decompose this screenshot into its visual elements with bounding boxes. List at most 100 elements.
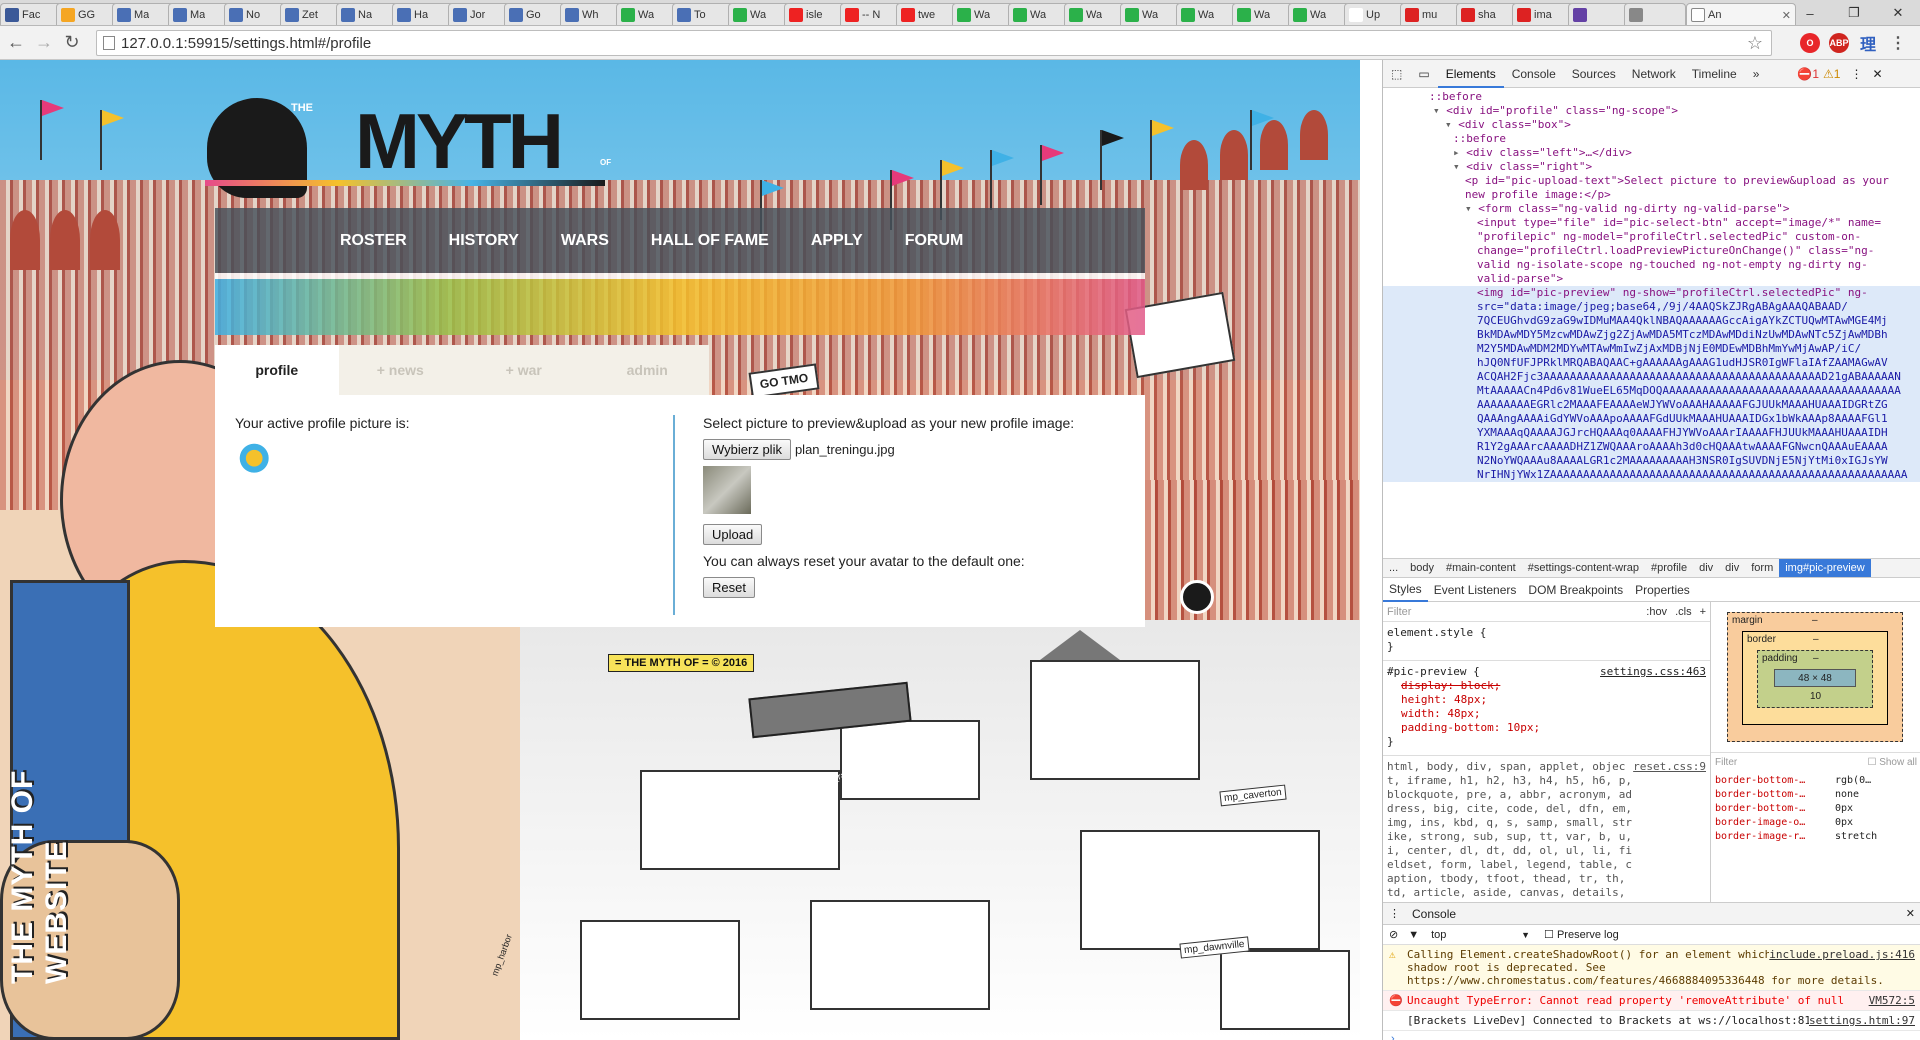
breadcrumb-item[interactable]: ... [1383, 562, 1404, 574]
reset-rule-selector[interactable]: html, body, div, span, applet, object, i… [1387, 760, 1706, 902]
dom-node-line[interactable]: ▸ <div class="left">…</div> [1383, 146, 1920, 160]
dom-node-line[interactable]: MtAAAAACn4Pd6v81WueEL65MqDOQAAAAAAAAAAAA… [1383, 384, 1920, 398]
expand-toggle-icon[interactable]: ▾ [1465, 202, 1478, 215]
browser-tab[interactable]: Ha [392, 3, 454, 25]
dom-node-line[interactable]: M2Y5MDAwMDM2MDYwMTAwMmIwZjAxMDBjNjE0MDEw… [1383, 342, 1920, 356]
computed-property[interactable]: border-image-o… 0px [1711, 816, 1920, 830]
active-browser-tab[interactable]: An ✕ [1686, 3, 1796, 25]
browser-tab[interactable]: Jor [448, 3, 510, 25]
new-rule-icon[interactable]: + [1700, 605, 1706, 619]
browser-tab[interactable]: Wa [728, 3, 790, 25]
preserve-log-checkbox[interactable]: ☐ Preserve log [1544, 928, 1619, 941]
choose-file-button[interactable]: Wybierz plik [703, 439, 791, 460]
rule-source[interactable]: settings.css:463 [1600, 665, 1706, 679]
browser-tab[interactable]: Wa [952, 3, 1014, 25]
browser-tab[interactable]: Wh [560, 3, 622, 25]
reload-icon[interactable]: ↻ [58, 29, 86, 57]
dom-node-line[interactable]: YXMAAAqQAAAAJGJrcHQAAAq0AAAAFHJYWVoAAArI… [1383, 426, 1920, 440]
browser-tab[interactable]: mu [1400, 3, 1462, 25]
nav-roster[interactable]: ROSTER [340, 232, 407, 250]
nav-history[interactable]: HISTORY [449, 232, 519, 250]
log-source-link[interactable]: settings.html:97 [1809, 1014, 1915, 1027]
dom-node-line[interactable]: src="data:image/jpeg;base64,/9j/4AAQSkZJ… [1383, 300, 1920, 314]
computed-property[interactable]: border-bottom-… rgb(0… [1711, 774, 1920, 788]
breadcrumb-item[interactable]: body [1404, 562, 1440, 574]
dom-node-line[interactable]: ::before [1383, 90, 1920, 104]
styles-filter[interactable]: Filter [1387, 605, 1646, 619]
prop-height[interactable]: height: 48px; [1387, 693, 1706, 707]
browser-tab[interactable]: Wa [1120, 3, 1182, 25]
dom-node-line[interactable]: "profilepic" ng-model="profileCtrl.selec… [1383, 230, 1920, 244]
opera-icon[interactable]: O [1800, 33, 1820, 53]
browser-tab[interactable]: isle [784, 3, 846, 25]
prop-width[interactable]: width: 48px; [1387, 707, 1706, 721]
dom-node-line[interactable]: N2NoYWQAAAu8AAAALGR1c2MAAAAAAAAAH3NSR0Ig… [1383, 454, 1920, 468]
element-style-rule[interactable]: element.style { [1387, 626, 1706, 640]
dom-node-line[interactable]: hJQ0NfUFJPRklMRQABAQAAC+gAAAAAAgAAAG1udH… [1383, 356, 1920, 370]
browser-tab[interactable]: ima [1512, 3, 1574, 25]
browser-tab[interactable]: Go [504, 3, 566, 25]
context-select[interactable]: top [1431, 929, 1521, 941]
prop-display[interactable]: display: block; [1387, 679, 1706, 693]
tab-console[interactable]: Console [1504, 67, 1564, 81]
error-source-link[interactable]: VM572:5 [1868, 994, 1915, 1007]
error-count[interactable]: ⛔1 [1797, 67, 1819, 81]
expand-toggle-icon[interactable]: ▾ [1433, 104, 1446, 117]
clear-console-icon[interactable]: ⊘ [1389, 928, 1398, 941]
dom-node-line[interactable]: ▾ <div class="box"> [1383, 118, 1920, 132]
back-icon[interactable]: ← [2, 29, 30, 57]
expand-toggle-icon[interactable]: ▸ [1453, 146, 1466, 159]
site-logo[interactable]: THE MYTH OF [205, 68, 615, 198]
forward-icon[interactable]: → [30, 29, 58, 57]
browser-tab[interactable]: Wa [1176, 3, 1238, 25]
bookmark-star-icon[interactable]: ☆ [1747, 33, 1763, 54]
prop-padding-bottom[interactable]: padding-bottom: 10px; [1387, 721, 1706, 735]
computed-property[interactable]: border-bottom-… none [1711, 788, 1920, 802]
dom-node-line[interactable]: ACQAH2Fjc3AAAAAAAAAAAAAAAAAAAAAAAAAAAAAA… [1383, 370, 1920, 384]
filter-icon[interactable]: ▼ [1408, 929, 1419, 941]
browser-tab[interactable]: Wa [1064, 3, 1126, 25]
browser-tab[interactable]: No [224, 3, 286, 25]
browser-tab[interactable] [1568, 3, 1630, 25]
browser-tab[interactable]: sha [1456, 3, 1518, 25]
browser-tab[interactable]: Ma [112, 3, 174, 25]
nav-forum[interactable]: FORUM [905, 232, 964, 250]
console-prompt[interactable]: › [1383, 1031, 1920, 1040]
browser-tab[interactable]: Fac [0, 3, 62, 25]
reset-rule-source[interactable]: reset.css:9 [1633, 760, 1706, 774]
dom-node-line[interactable]: ▾ <div class="right"> [1383, 160, 1920, 174]
menu-icon[interactable]: ⋮ [1888, 33, 1908, 53]
dom-node-line[interactable]: ::before [1383, 132, 1920, 146]
dom-node-line[interactable]: <p id="pic-upload-text">Select picture t… [1383, 174, 1920, 188]
breadcrumb-item[interactable]: div [1719, 562, 1745, 574]
warning-count[interactable]: ⚠1 [1823, 67, 1840, 81]
tab-profile[interactable]: profile [215, 345, 339, 395]
dom-node-line[interactable]: <input type="file" id="pic-select-btn" a… [1383, 216, 1920, 230]
drawer-menu-icon[interactable]: ⋮ [1389, 907, 1400, 920]
tab-timeline[interactable]: Timeline [1684, 67, 1745, 81]
browser-tab[interactable]: Wa [616, 3, 678, 25]
address-bar[interactable]: 127.0.0.1:59915/settings.html#/profile ☆ [96, 30, 1772, 56]
tab-news[interactable]: + news [339, 345, 463, 395]
browser-tab[interactable]: Zet [280, 3, 342, 25]
context-dropdown-icon[interactable]: ▼ [1521, 930, 1530, 940]
devtools-close-icon[interactable]: ✕ [1872, 67, 1882, 81]
browser-tab[interactable]: Ma [168, 3, 230, 25]
show-all-checkbox[interactable]: ☐ Show all [1867, 757, 1917, 768]
dom-node-line[interactable]: 7QCEUGhvdG9zaG9wIDMuMAA4QklNBAQAAAAAAGcc… [1383, 314, 1920, 328]
expand-toggle-icon[interactable]: ▾ [1445, 118, 1458, 131]
browser-tab[interactable]: To [672, 3, 734, 25]
tab-elements[interactable]: Elements [1437, 60, 1504, 88]
restore-icon[interactable]: ❐ [1832, 0, 1876, 25]
console-title[interactable]: Console [1412, 907, 1456, 921]
computed-filter[interactable]: Filter [1715, 757, 1867, 768]
browser-tab[interactable]: -- N [840, 3, 902, 25]
inspect-icon[interactable]: ⬚ [1383, 67, 1410, 81]
browser-tab[interactable]: Wa [1232, 3, 1294, 25]
dom-node-line[interactable]: BkMDAwMDY5MzcwMDAwZjg2ZjAwMDA5MTczMDAwMD… [1383, 328, 1920, 342]
subtab-styles[interactable]: Styles [1383, 578, 1428, 602]
dom-node-line[interactable]: AAAAAAAAEGRlc2MAAAFEAAAAeWJYWVoAAAHAAAAA… [1383, 398, 1920, 412]
dom-node-line[interactable]: ▾ <div id="profile" class="ng-scope"> [1383, 104, 1920, 118]
drawer-close-icon[interactable]: ✕ [1906, 907, 1915, 920]
devtools-menu-icon[interactable]: ⋮ [1850, 67, 1862, 81]
